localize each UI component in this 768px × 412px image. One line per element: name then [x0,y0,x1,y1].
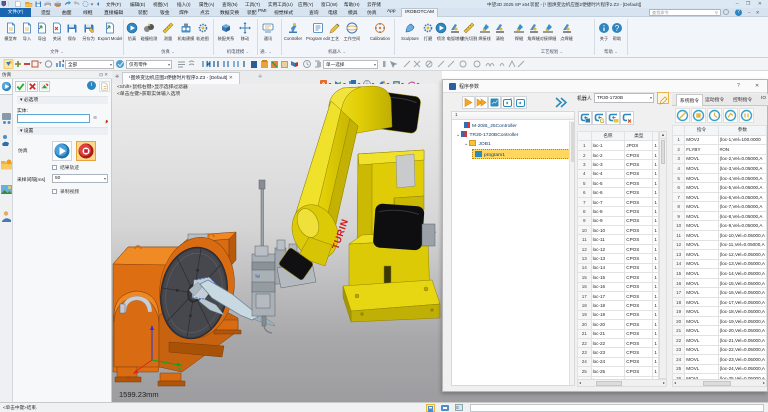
svg-text:G: G [600,119,605,124]
svg-text:1599.23mm: 1599.23mm [119,390,159,399]
svg-text:近: 近 [254,274,260,278]
svg-text:?: ? [615,24,620,33]
